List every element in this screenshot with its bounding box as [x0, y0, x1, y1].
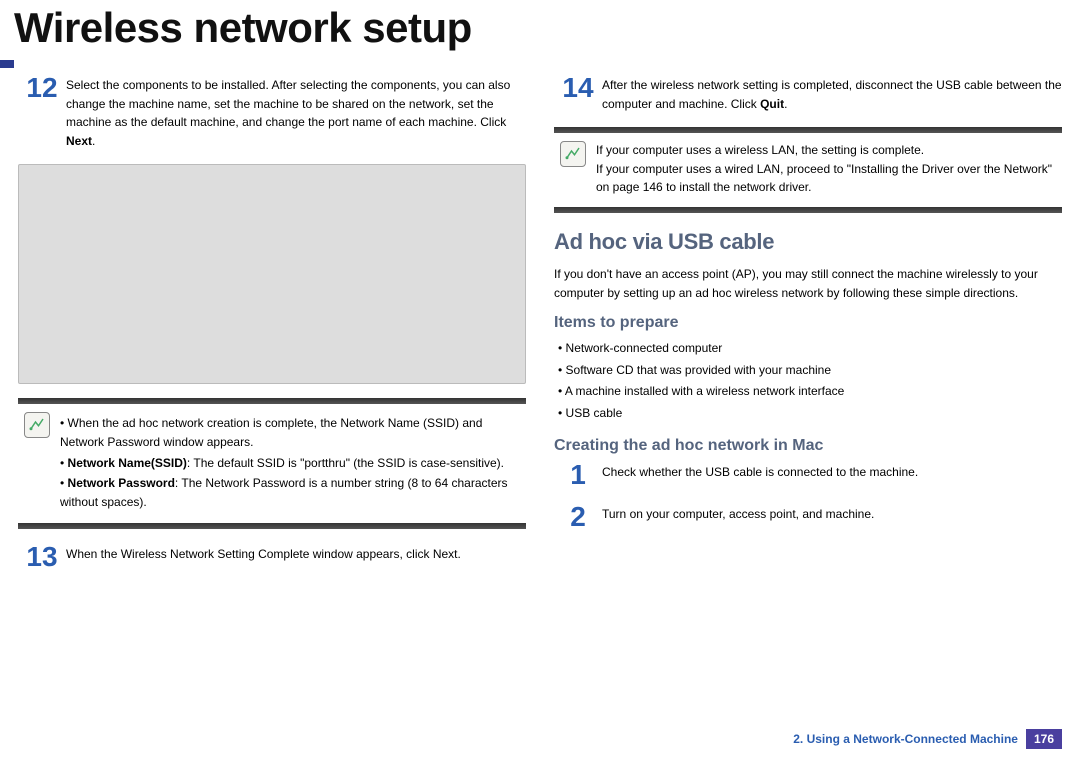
step-body: Select the components to be installed. A…	[66, 74, 526, 150]
note-bottom-bar	[554, 207, 1062, 213]
list-item: Software CD that was provided with your …	[558, 360, 1062, 382]
section-heading-adhoc: Ad hoc via USB cable	[554, 229, 1062, 255]
right-column: 14 After the wireless network setting is…	[554, 68, 1062, 585]
note-icon	[24, 412, 50, 438]
step-body: Turn on your computer, access point, and…	[602, 503, 874, 531]
screenshot-placeholder	[18, 164, 526, 384]
note-box-lan: If your computer uses a wireless LAN, th…	[554, 127, 1062, 213]
bold-label: Network Password	[68, 476, 175, 490]
text-fragment: Select the components to be installed. A…	[66, 78, 510, 129]
footer-page-number: 176	[1026, 729, 1062, 749]
step-1: 1 Check whether the USB cable is connect…	[554, 461, 1062, 489]
paragraph: If you don't have an access point (AP), …	[554, 265, 1062, 302]
note-line: If your computer uses a wired LAN, proce…	[596, 160, 1056, 197]
footer-chapter: 2. Using a Network-Connected Machine	[793, 732, 1018, 746]
step-body: Check whether the USB cable is connected…	[602, 461, 918, 489]
text-fragment: .	[92, 134, 95, 148]
section-heading-creating: Creating the ad hoc network in Mac	[554, 437, 1062, 455]
note-line: If your computer uses a wireless LAN, th…	[596, 141, 1056, 160]
note-line: Network Name(SSID): The default SSID is …	[60, 454, 520, 473]
section-heading-items: Items to prepare	[554, 314, 1062, 332]
page-footer: 2. Using a Network-Connected Machine 176	[793, 729, 1062, 749]
step-number: 1	[554, 461, 602, 489]
text-fragment: : The default SSID is "portthru" (the SS…	[187, 456, 504, 470]
step-13: 13 When the Wireless Network Setting Com…	[18, 543, 526, 571]
text-fragment: When the ad hoc network creation is comp…	[60, 416, 482, 449]
step-body: When the Wireless Network Setting Comple…	[66, 543, 461, 571]
note-bottom-bar	[18, 523, 526, 529]
step-2: 2 Turn on your computer, access point, a…	[554, 503, 1062, 531]
bold-word: Quit	[760, 97, 784, 111]
step-14: 14 After the wireless network setting is…	[554, 74, 1062, 113]
note-content: If your computer uses a wireless LAN, th…	[596, 141, 1056, 197]
text-fragment: After the wireless network setting is co…	[602, 78, 1062, 111]
step-number: 13	[18, 543, 66, 571]
step-number: 14	[554, 74, 602, 113]
step-12: 12 Select the components to be installed…	[18, 74, 526, 150]
list-item: USB cable	[558, 403, 1062, 425]
text-fragment: .	[784, 97, 787, 111]
note-content: When the ad hoc network creation is comp…	[60, 412, 520, 513]
step-number: 2	[554, 503, 602, 531]
step-body: After the wireless network setting is co…	[602, 74, 1062, 113]
list-item: A machine installed with a wireless netw…	[558, 381, 1062, 403]
title-accent-bar	[0, 60, 14, 68]
bold-label: Network Name(SSID)	[68, 456, 187, 470]
note-icon	[560, 141, 586, 167]
left-column: 12 Select the components to be installed…	[18, 68, 526, 585]
step-number: 12	[18, 74, 66, 150]
note-line: Network Password: The Network Password i…	[60, 474, 520, 511]
page-header: Wireless network setup	[0, 0, 1080, 58]
list-item: Network-connected computer	[558, 338, 1062, 360]
note-line: When the ad hoc network creation is comp…	[60, 414, 520, 451]
bold-word: Next	[66, 134, 92, 148]
note-box-ssid: When the ad hoc network creation is comp…	[18, 398, 526, 529]
page-title: Wireless network setup	[14, 4, 1066, 52]
items-list: Network-connected computer Software CD t…	[554, 338, 1062, 424]
content-columns: 12 Select the components to be installed…	[0, 58, 1080, 585]
